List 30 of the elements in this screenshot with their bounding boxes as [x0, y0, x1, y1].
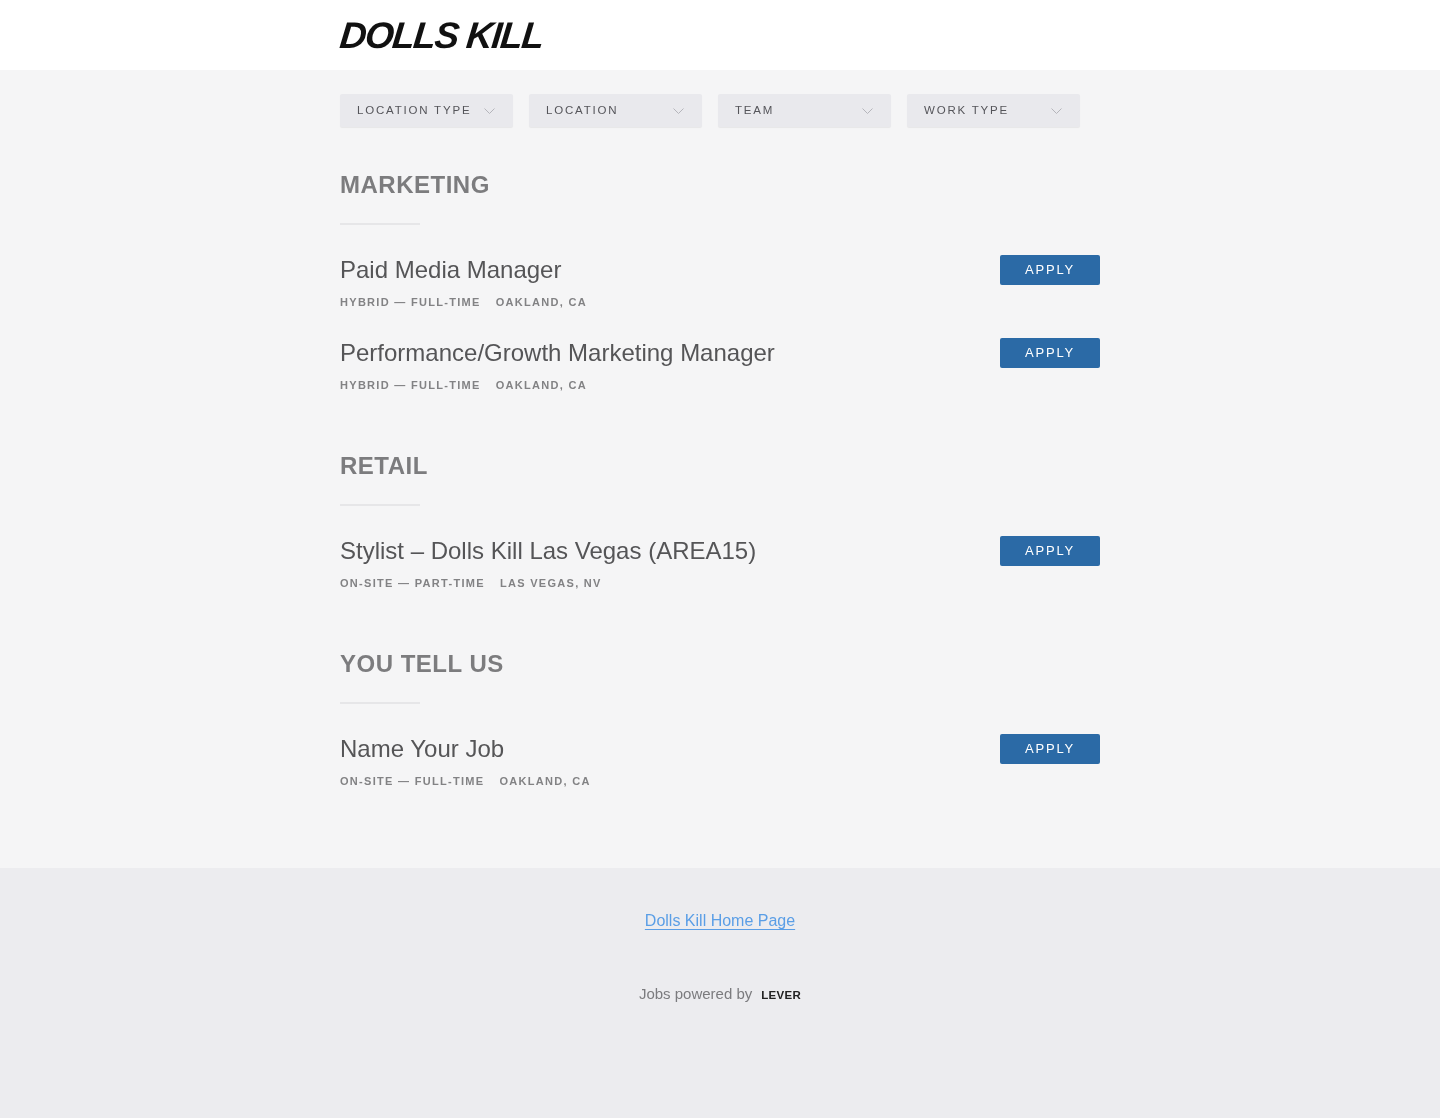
job-commitment: ON-SITE — FULL-TIME	[340, 774, 485, 789]
filter-dropdown[interactable]: LOCATION	[529, 94, 702, 127]
filter-dropdown[interactable]: WORK TYPE	[907, 94, 1080, 127]
job-commitment: HYBRID — FULL-TIME	[340, 378, 481, 393]
lever-logo[interactable]: LEVER	[761, 985, 802, 1005]
chevron-down-icon	[673, 107, 684, 114]
job-location: LAS VEGAS, NV	[499, 576, 602, 591]
apply-button[interactable]: APPLY	[1000, 338, 1100, 368]
job-title-link[interactable]: Name Your Job	[340, 734, 591, 763]
apply-button[interactable]: APPLY	[1000, 536, 1100, 566]
brand-logo[interactable]: DOLLS KILL	[338, 17, 545, 54]
apply-button[interactable]: APPLY	[1000, 734, 1100, 764]
chevron-down-icon	[1051, 107, 1062, 114]
chevron-down-icon	[484, 107, 495, 114]
section-heading: MARKETING	[340, 170, 491, 199]
job-location: OAKLAND, CA	[495, 295, 588, 310]
section-heading: RETAIL	[340, 451, 429, 480]
filter-dropdown[interactable]: TEAM	[718, 94, 891, 127]
section-heading: YOU TELL US	[340, 649, 505, 678]
job-title-link[interactable]: Paid Media Manager	[340, 255, 588, 284]
job-title-link[interactable]: Stylist – Dolls Kill Las Vegas (AREA15)	[340, 536, 757, 565]
apply-button[interactable]: APPLY	[1000, 255, 1100, 285]
job-location: OAKLAND, CA	[499, 774, 591, 789]
job-title-link[interactable]: Performance/Growth Marketing Manager	[340, 338, 775, 367]
filter-dropdown[interactable]: LOCATION TYPE	[340, 94, 513, 127]
job-location: OAKLAND, CA	[495, 378, 588, 393]
powered-by-text: Jobs powered by	[638, 984, 753, 1004]
chevron-down-icon	[862, 107, 873, 114]
job-commitment: ON-SITE — PART-TIME	[340, 576, 485, 591]
job-commitment: HYBRID — FULL-TIME	[340, 295, 481, 310]
